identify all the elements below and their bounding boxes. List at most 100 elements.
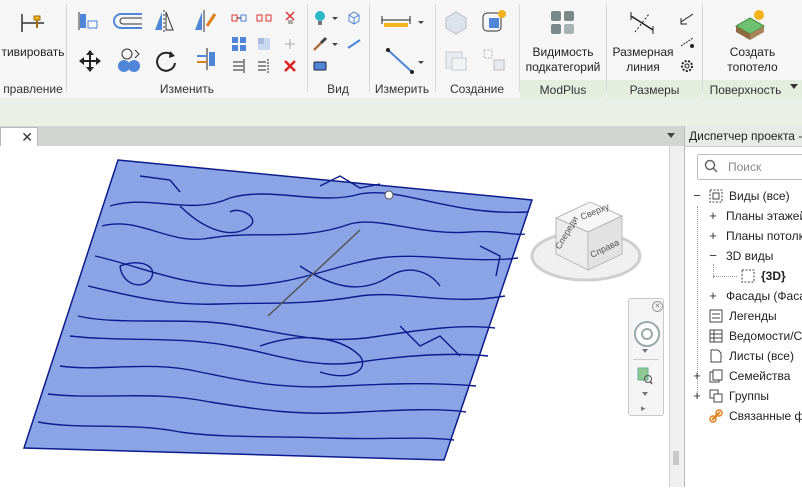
toposurface-drawing[interactable]: Сверху Спереди Справа bbox=[0, 146, 669, 487]
measure-between-icon[interactable] bbox=[380, 10, 412, 32]
align-icon[interactable] bbox=[77, 10, 99, 32]
expand-icon[interactable]: + bbox=[708, 206, 718, 226]
close-icon[interactable]: ✕ bbox=[21, 129, 33, 146]
create-panel-label: Создание bbox=[449, 82, 505, 96]
surface-panel-footer[interactable]: Поверхность bbox=[703, 80, 802, 98]
nav-bar-menu-icon[interactable]: ▸ bbox=[641, 403, 646, 414]
ribbon: тивировать правление Изменить Вид Измери… bbox=[0, 0, 802, 99]
paintbrush-icon[interactable] bbox=[312, 36, 328, 52]
expand-icon[interactable]: + bbox=[692, 366, 702, 386]
tree-item-3d-views[interactable]: − 3D виды bbox=[685, 246, 802, 266]
dim-edit-icon[interactable] bbox=[679, 34, 695, 50]
toposurface bbox=[22, 159, 534, 461]
section-box-icon[interactable] bbox=[312, 58, 328, 74]
tree-item-label: Планы этажей bbox=[726, 209, 802, 223]
activate-pin-icon[interactable] bbox=[20, 10, 46, 36]
collapse-icon[interactable]: − bbox=[692, 186, 702, 206]
tree-item-floor-plans[interactable]: + Планы этажей bbox=[685, 206, 802, 226]
activate-label[interactable]: тивировать bbox=[0, 45, 66, 60]
tree-item-groups[interactable]: + Группы bbox=[685, 386, 802, 406]
chevron-down-icon[interactable] bbox=[642, 392, 648, 396]
expand-icon[interactable]: + bbox=[708, 226, 718, 246]
copy-icon[interactable] bbox=[115, 46, 143, 74]
steering-wheel-icon[interactable] bbox=[634, 321, 660, 347]
lightbulb-icon[interactable] bbox=[312, 10, 328, 26]
trim-extend-icon[interactable] bbox=[193, 46, 219, 72]
dim-angle-icon[interactable] bbox=[679, 10, 695, 26]
search-input[interactable]: Поиск bbox=[697, 154, 802, 180]
create-toposolid-label-2[interactable]: топотело bbox=[703, 60, 802, 75]
tree-item-schedules[interactable]: Ведомости/Сп bbox=[685, 326, 802, 346]
collapse-icon[interactable]: − bbox=[708, 246, 718, 266]
delete-icon[interactable] bbox=[282, 58, 298, 74]
mirror-axis-icon[interactable] bbox=[151, 8, 177, 34]
chevron-down-icon[interactable] bbox=[330, 10, 340, 26]
navigation-bar: ✕ ▸ bbox=[628, 298, 664, 416]
create-toposolid-label-1[interactable]: Создать bbox=[703, 45, 802, 60]
cube-icon[interactable] bbox=[346, 10, 362, 26]
measure-panel: Измерить bbox=[370, 0, 434, 98]
tree-item-label: Виды (все) bbox=[729, 189, 790, 203]
parts-icon[interactable] bbox=[480, 46, 508, 74]
rotate-icon[interactable] bbox=[153, 48, 179, 74]
tree-item-3d[interactable]: {3D} bbox=[685, 266, 802, 286]
scroll-thumb[interactable] bbox=[673, 451, 679, 465]
zoom-region-icon[interactable] bbox=[637, 367, 653, 385]
3d-view-icon bbox=[741, 269, 755, 283]
split-gap-icon[interactable] bbox=[256, 10, 272, 26]
pin-gray-icon[interactable] bbox=[282, 36, 298, 52]
surface-panel-label[interactable]: Поверхность bbox=[703, 83, 788, 97]
create-part-icon[interactable] bbox=[480, 8, 508, 36]
array-icon[interactable] bbox=[231, 36, 247, 52]
tree-item-label: Листы (все) bbox=[729, 349, 794, 363]
tree-item-views[interactable]: − Виды (все) bbox=[685, 186, 802, 206]
measure-along-icon[interactable] bbox=[384, 44, 416, 76]
create-toposolid-icon[interactable] bbox=[733, 8, 767, 42]
tree-item-label: Планы потолка bbox=[726, 229, 802, 243]
3d-viewport[interactable]: Сверху Спереди Справа bbox=[0, 146, 669, 487]
chevron-down-icon[interactable] bbox=[416, 54, 426, 70]
unpin-icon[interactable] bbox=[282, 10, 298, 26]
assembly-icon[interactable] bbox=[442, 46, 470, 74]
dimension-line-label-2[interactable]: линия bbox=[607, 60, 679, 75]
viewport-scrollbar[interactable] bbox=[669, 146, 684, 487]
close-icon[interactable]: ✕ bbox=[652, 301, 663, 312]
dimension-line-label-1[interactable]: Размерная bbox=[607, 45, 679, 60]
dimensions-panel-label: Размеры bbox=[629, 83, 680, 97]
move-icon[interactable] bbox=[77, 48, 103, 74]
model-group-icon[interactable] bbox=[442, 8, 470, 36]
expand-icon[interactable]: + bbox=[708, 286, 718, 306]
tab-dropdown-icon[interactable] bbox=[667, 133, 675, 138]
view-tab[interactable]: ✕ bbox=[0, 127, 38, 147]
offset-icon[interactable] bbox=[111, 10, 145, 32]
chevron-down-icon[interactable] bbox=[330, 36, 340, 52]
subcategory-visibility-label-1[interactable]: Видимость bbox=[520, 45, 606, 60]
tree-item-elevations[interactable]: + Фасады (Фаса bbox=[685, 286, 802, 306]
expand-icon[interactable]: + bbox=[692, 386, 702, 406]
measure-panel-label: Измерить bbox=[374, 82, 430, 96]
project-browser-title[interactable]: Диспетчер проекта - bbox=[685, 126, 802, 147]
tree-item-legends[interactable]: Легенды bbox=[685, 306, 802, 326]
dimension-line-icon[interactable] bbox=[627, 8, 657, 38]
subcategory-visibility-label-2[interactable]: подкатегорий bbox=[520, 60, 606, 75]
tree-item-label: Фасады (Фаса bbox=[726, 289, 802, 303]
tree-item-ceiling-plans[interactable]: + Планы потолка bbox=[685, 226, 802, 246]
subcategory-visibility-icon[interactable] bbox=[548, 8, 578, 38]
tree-item-families[interactable]: + Семейства bbox=[685, 366, 802, 386]
chevron-down-icon[interactable] bbox=[416, 14, 426, 30]
view-tab-bar bbox=[0, 126, 802, 146]
gear-icon[interactable] bbox=[679, 58, 695, 74]
chevron-down-icon[interactable] bbox=[642, 349, 648, 353]
view-panel: Вид bbox=[308, 0, 368, 98]
trim-multi-icon[interactable] bbox=[231, 58, 247, 74]
mirror-draw-icon[interactable] bbox=[191, 8, 217, 34]
tree-item-linked[interactable]: Связанные фа bbox=[685, 406, 802, 426]
legend-icon bbox=[709, 309, 723, 323]
dimensions-panel-footer: Размеры bbox=[607, 80, 702, 98]
scale-icon[interactable] bbox=[256, 36, 272, 52]
split-icon[interactable] bbox=[231, 10, 247, 26]
chevron-down-icon[interactable] bbox=[790, 84, 798, 89]
split-element-icon[interactable] bbox=[256, 58, 272, 74]
linework-icon[interactable] bbox=[346, 36, 362, 52]
tree-item-sheets[interactable]: Листы (все) bbox=[685, 346, 802, 366]
